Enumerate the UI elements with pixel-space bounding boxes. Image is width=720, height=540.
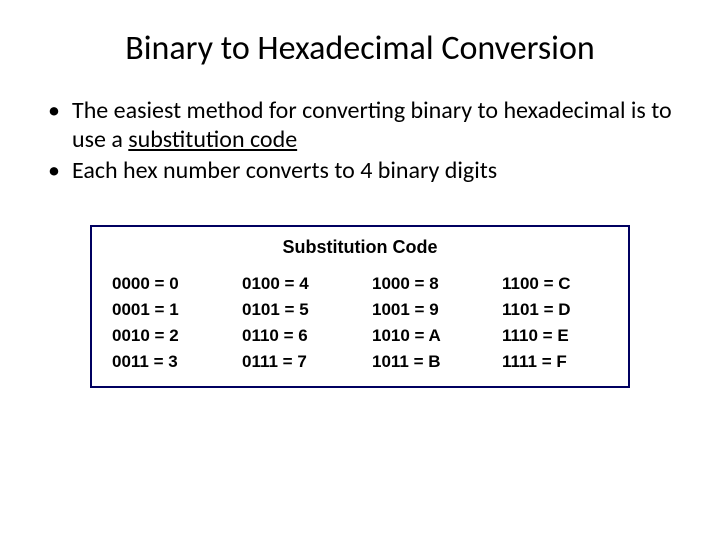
code-cell: 1001 = 9 xyxy=(372,300,478,320)
code-cell: 1100 = C xyxy=(502,274,608,294)
code-cell: 0010 = 2 xyxy=(112,326,218,346)
code-cell: 1110 = E xyxy=(502,326,608,346)
substitution-code-heading: Substitution Code xyxy=(112,237,608,258)
code-cell: 0101 = 5 xyxy=(242,300,348,320)
slide-title: Binary to Hexadecimal Conversion xyxy=(40,28,680,69)
code-cell: 0001 = 1 xyxy=(112,300,218,320)
code-cell: 1010 = A xyxy=(372,326,478,346)
code-cell: 1111 = F xyxy=(502,352,608,372)
code-cell: 0110 = 6 xyxy=(242,326,348,346)
slide: Binary to Hexadecimal Conversion The eas… xyxy=(0,0,720,388)
code-cell: 0100 = 4 xyxy=(242,274,348,294)
bullet-item: The easiest method for converting binary… xyxy=(48,97,680,155)
code-cell: 0000 = 0 xyxy=(112,274,218,294)
substitution-code-box: Substitution Code 0000 = 0 0100 = 4 1000… xyxy=(90,225,630,388)
code-cell: 1101 = D xyxy=(502,300,608,320)
bullet-text: Each hex number converts to 4 binary dig… xyxy=(72,156,497,185)
bullet-list: The easiest method for converting binary… xyxy=(48,97,680,185)
code-cell: 0011 = 3 xyxy=(112,352,218,372)
code-cell: 1000 = 8 xyxy=(372,274,478,294)
substitution-code-container: Substitution Code 0000 = 0 0100 = 4 1000… xyxy=(90,225,630,388)
bullet-item: Each hex number converts to 4 binary dig… xyxy=(48,157,680,186)
substitution-code-grid: 0000 = 0 0100 = 4 1000 = 8 1100 = C 0001… xyxy=(112,274,608,372)
code-cell: 1011 = B xyxy=(372,352,478,372)
code-cell: 0111 = 7 xyxy=(242,352,348,372)
bullet-underlined-text: substitution code xyxy=(128,125,297,154)
